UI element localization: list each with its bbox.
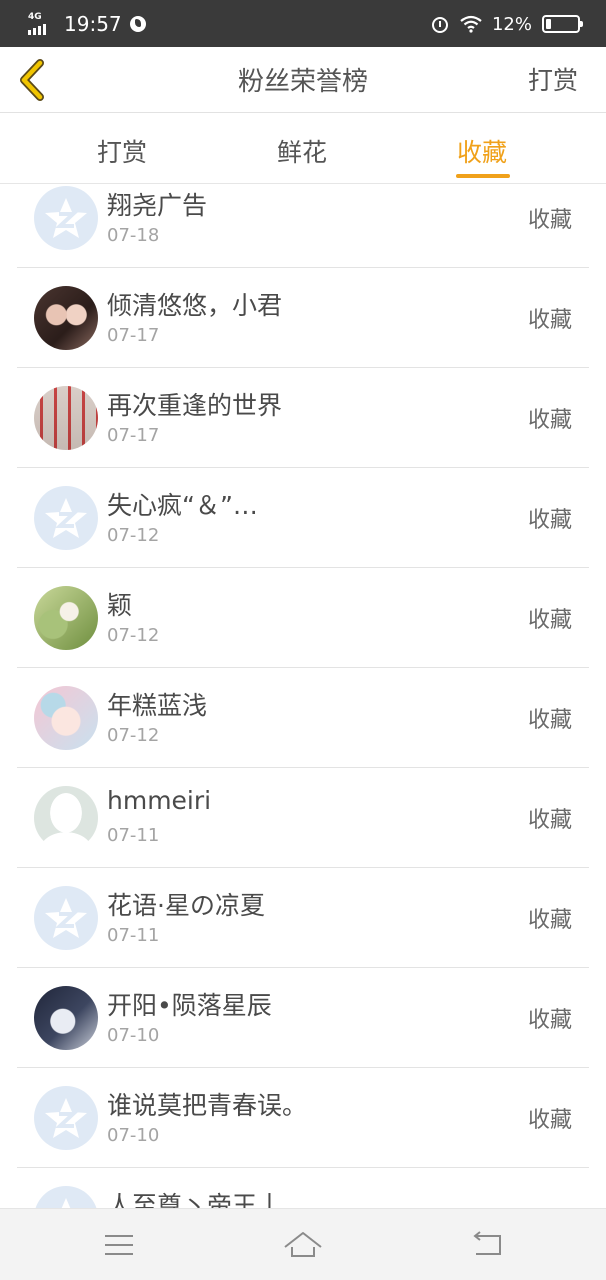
default-avatar-icon [34, 1186, 98, 1208]
fan-date: 07-12 [107, 725, 160, 746]
signal-icon: 4G [28, 12, 56, 36]
battery-percent: 12% [491, 13, 532, 35]
fan-name: 再次重逢的世界 [107, 391, 283, 420]
action-tag: 收藏 [527, 508, 572, 533]
default-avatar-icon [34, 186, 98, 250]
status-time: 19:57 [64, 12, 122, 36]
default-avatar-icon [34, 1086, 98, 1150]
network-type: 4G [28, 12, 42, 22]
avatar [34, 286, 98, 350]
avatar [34, 586, 98, 650]
list-item[interactable]: 人至尊丶帝王丨 收藏 [17, 1168, 589, 1208]
list-item[interactable]: 颖 07-12 收藏 [17, 568, 589, 668]
list-item[interactable]: 翔尧广告 07-18 收藏 [17, 184, 589, 268]
fan-date: 07-10 [107, 1125, 160, 1146]
avatar [34, 386, 98, 450]
alarm-icon [430, 14, 450, 34]
tab-reward[interactable]: 打赏 [97, 133, 147, 169]
action-tag: 收藏 [527, 808, 572, 833]
tab-bar: 打赏 鲜花 收藏 [0, 114, 606, 184]
action-tag: 收藏 [527, 708, 572, 733]
default-avatar-icon [34, 886, 98, 950]
battery-icon [542, 15, 583, 33]
fan-date: 07-17 [107, 325, 160, 346]
fan-name: 花语·星の凉夏 [107, 891, 265, 920]
list-item[interactable]: 再次重逢的世界 07-17 收藏 [17, 368, 589, 468]
reward-button[interactable]: 打赏 [528, 61, 578, 97]
system-nav-bar [0, 1208, 606, 1280]
fan-date: 07-17 [107, 425, 160, 446]
globe-icon [129, 16, 146, 32]
fan-date: 07-12 [107, 525, 160, 546]
default-avatar-icon [34, 486, 98, 550]
avatar [34, 786, 98, 850]
action-tag: 收藏 [527, 1108, 572, 1133]
fan-list[interactable]: 翔尧广告 07-18 收藏 倾清悠悠，小君 07-17 收藏 再次重逢的世界 0… [0, 184, 606, 1208]
action-tag: 收藏 [527, 408, 572, 433]
action-tag: 收藏 [527, 208, 572, 233]
fan-name: 开阳•陨落星辰 [107, 991, 272, 1020]
fan-name: 谁说莫把青春误。 [107, 1091, 308, 1120]
fan-name: 年糕蓝浅 [107, 691, 208, 720]
action-tag: 收藏 [527, 1008, 572, 1033]
list-item[interactable]: 谁说莫把青春误。 07-10 收藏 [17, 1068, 589, 1168]
fan-date: 07-11 [107, 825, 160, 846]
app-header: 粉丝荣誉榜 打赏 [0, 47, 606, 113]
wifi-icon [460, 15, 482, 33]
tab-favorites[interactable]: 收藏 [457, 133, 507, 169]
tab-flowers[interactable]: 鲜花 [277, 133, 327, 169]
avatar [34, 986, 98, 1050]
fan-name: hmmeiri [107, 786, 212, 815]
list-item[interactable]: 开阳•陨落星辰 07-10 收藏 [17, 968, 589, 1068]
home-icon[interactable] [283, 1227, 323, 1263]
status-bar: 4G 19:57 12% [0, 0, 606, 47]
list-item[interactable]: 倾清悠悠，小君 07-17 收藏 [17, 268, 589, 368]
action-tag: 收藏 [527, 308, 572, 333]
fan-name: 失心疯“＆”… [107, 491, 258, 520]
list-item[interactable]: 失心疯“＆”… 07-12 收藏 [17, 468, 589, 568]
fan-date: 07-10 [107, 1025, 160, 1046]
page-title: 粉丝荣誉榜 [237, 67, 368, 97]
fan-name: 人至尊丶帝王丨 [107, 1191, 283, 1208]
action-tag: 收藏 [527, 608, 572, 633]
list-item[interactable]: 年糕蓝浅 07-12 收藏 [17, 668, 589, 768]
tab-active-indicator [456, 174, 510, 178]
fan-date: 07-12 [107, 625, 160, 646]
list-item[interactable]: hmmeiri 07-11 收藏 [17, 768, 589, 868]
back-icon[interactable] [468, 1227, 508, 1263]
fan-date: 07-11 [107, 925, 160, 946]
avatar [34, 686, 98, 750]
fan-name: 翔尧广告 [107, 191, 208, 220]
fan-name: 倾清悠悠，小君 [107, 291, 283, 320]
menu-icon[interactable] [99, 1227, 139, 1263]
fan-name: 颖 [107, 591, 133, 620]
list-item[interactable]: 花语·星の凉夏 07-11 收藏 [17, 868, 589, 968]
action-tag: 收藏 [527, 908, 572, 933]
fan-date: 07-18 [107, 225, 160, 246]
